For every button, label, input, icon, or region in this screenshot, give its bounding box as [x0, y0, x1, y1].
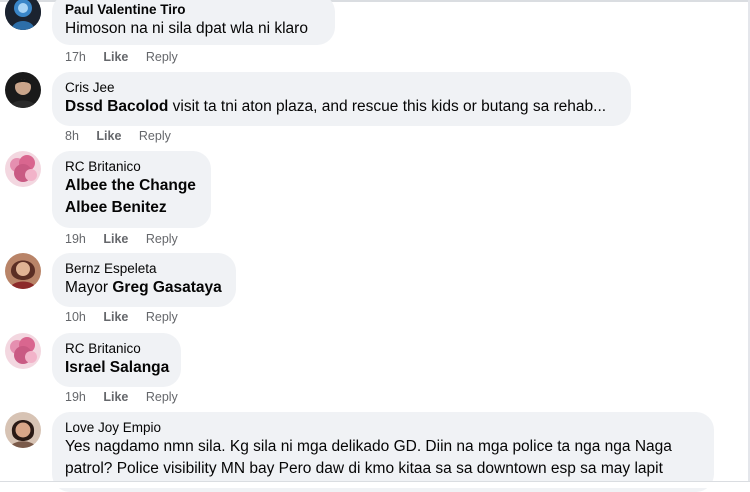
avatar-photo-icon	[5, 253, 41, 289]
comment-actions: 8h Like Reply	[65, 129, 185, 143]
comment-author[interactable]: Cris Jee	[65, 80, 618, 96]
comment-text: patrol? Police visibility MN bay Pero da…	[65, 460, 663, 477]
comment-time[interactable]: 19h	[65, 232, 86, 246]
comment-author[interactable]: Love Joy Empio	[65, 420, 701, 436]
mention-link[interactable]: Albee Benitez	[65, 197, 198, 219]
avatar[interactable]	[5, 333, 41, 369]
reply-button[interactable]: Reply	[146, 50, 178, 64]
comment-author[interactable]: RC Britanico	[65, 159, 198, 175]
avatar-photo-icon	[5, 0, 41, 30]
avatar-photo-icon	[5, 412, 41, 448]
comment-actions: 19h Like Reply	[65, 390, 192, 404]
comment-text: Himoson na ni sila dpat wla ni klaro	[65, 20, 308, 37]
comment-author[interactable]: Bernz Espeleta	[65, 261, 223, 277]
comment-actions: 19h Like Reply	[65, 232, 192, 246]
like-button[interactable]: Like	[103, 232, 128, 246]
like-button[interactable]: Like	[96, 129, 121, 143]
comment-time[interactable]: 19h	[65, 390, 86, 404]
like-button[interactable]: Like	[103, 50, 128, 64]
avatar[interactable]	[5, 253, 41, 289]
comment-bubble: RC Britanico Albee the Change Albee Beni…	[52, 151, 211, 228]
reply-button[interactable]: Reply	[146, 310, 178, 324]
mention-link[interactable]: Israel Salanga	[65, 357, 169, 379]
avatar[interactable]	[5, 72, 41, 108]
mention-link[interactable]: Albee the Change	[65, 175, 198, 197]
avatar[interactable]	[5, 412, 41, 448]
comment-actions: 17h Like Reply	[65, 50, 192, 64]
mention-link[interactable]: Dssd Bacolod	[65, 98, 168, 115]
mention-link[interactable]: Greg Gasataya	[112, 279, 221, 296]
comment-text: Mayor Greg Gasataya	[65, 277, 223, 299]
comment-bubble: RC Britanico Israel Salanga	[52, 333, 181, 387]
comment-bubble: Paul Valentine Tiro Himoson na ni sila d…	[52, 0, 335, 45]
comment-actions: 10h Like Reply	[65, 310, 192, 324]
comment-text-rest: visit ta tni aton plaza, and rescue this…	[168, 98, 607, 115]
like-button[interactable]: Like	[103, 310, 128, 324]
comment-bubble: Bernz Espeleta Mayor Greg Gasataya	[52, 253, 236, 307]
comment-text: Dssd Bacolod visit ta tni aton plaza, an…	[65, 96, 618, 118]
avatar-photo-icon	[5, 151, 41, 187]
comment-text: Yes nagdamo nmn sila. Kg sila ni mga del…	[65, 438, 672, 455]
comment-bubble: Cris Jee Dssd Bacolod visit ta tni aton …	[52, 72, 631, 126]
comment-author[interactable]: Paul Valentine Tiro	[65, 2, 322, 18]
reply-button[interactable]: Reply	[139, 129, 171, 143]
bottom-divider	[0, 481, 750, 488]
avatar[interactable]	[5, 151, 41, 187]
reply-button[interactable]: Reply	[146, 390, 178, 404]
comment-time[interactable]: 10h	[65, 310, 86, 324]
comment-time[interactable]: 17h	[65, 50, 86, 64]
reply-button[interactable]: Reply	[146, 232, 178, 246]
avatar-photo-icon	[5, 333, 41, 369]
comment-text-prefix: Mayor	[65, 279, 113, 296]
avatar-photo-icon	[5, 72, 41, 108]
comment-author[interactable]: RC Britanico	[65, 341, 168, 357]
comment-time[interactable]: 8h	[65, 129, 79, 143]
avatar[interactable]	[5, 0, 41, 30]
comment-bubble: Love Joy Empio Yes nagdamo nmn sila. Kg …	[52, 412, 714, 492]
like-button[interactable]: Like	[103, 390, 128, 404]
